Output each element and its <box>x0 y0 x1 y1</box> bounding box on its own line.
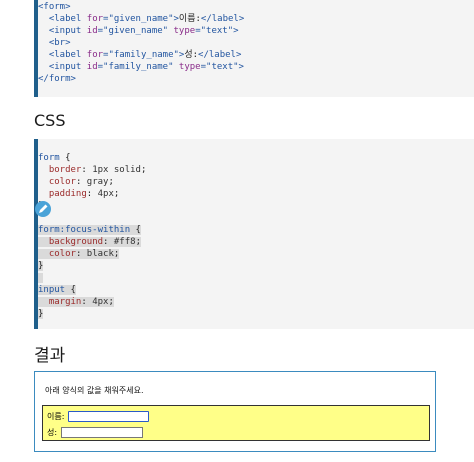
family-name-input[interactable] <box>61 426 144 438</box>
css-code-token: ; <box>140 165 147 175</box>
css-code-block: form { border: 1px solid; color: gray; p… <box>34 139 474 329</box>
css-code-line: } <box>38 200 474 212</box>
css-code-token: } <box>38 309 44 319</box>
css-code-line: } <box>38 260 474 272</box>
css-code-token: ; <box>108 177 114 187</box>
css-code-token: 1px solid <box>92 165 141 175</box>
css-code-token: ; <box>135 237 141 247</box>
html-code-token: </label> <box>200 14 245 24</box>
css-code-token: background <box>48 237 104 247</box>
css-code-token: black <box>86 249 114 259</box>
css-code-token: ; <box>113 249 120 259</box>
html-code-token: "given_name" <box>108 14 174 24</box>
html-code-token: <form> <box>38 2 71 12</box>
css-code-line: border: 1px solid; <box>38 164 474 176</box>
html-code-token: </label> <box>198 50 242 60</box>
family-name-label[interactable]: 성: <box>47 427 57 438</box>
html-code-token: type <box>173 26 196 36</box>
given-name-label[interactable]: 이름: <box>47 411 64 422</box>
css-code-token: { <box>65 285 76 295</box>
family-name-row: 성: <box>47 426 144 438</box>
html-code-token: <label <box>48 14 87 24</box>
html-code-token: <br> <box>48 38 71 48</box>
html-code-token: > <box>238 62 244 72</box>
html-code-line: <form> <box>38 1 474 13</box>
result-heading: 결과 <box>34 346 66 366</box>
demo-form: 이름: 성: <box>42 405 430 441</box>
html-code-token: </form> <box>38 74 76 84</box>
html-code-token: type <box>178 62 201 72</box>
css-code-token: : <box>86 189 98 199</box>
css-code-line: background: #ff8; <box>38 236 474 248</box>
css-code-line: color: black; <box>38 248 474 260</box>
css-code-token: { <box>59 153 71 163</box>
css-code-token: ; <box>113 189 120 199</box>
css-code-line: } <box>38 308 474 320</box>
html-code-line: <br> <box>38 37 474 49</box>
html-code-line: <label for="given_name">이름:</label> <box>38 13 474 25</box>
html-code-token: <label <box>48 50 87 60</box>
css-code-token: form <box>38 153 60 163</box>
html-code-line: <input id="family_name" type="text"> <box>38 61 474 73</box>
given-name-input[interactable] <box>68 410 150 422</box>
css-code-token: : <box>75 177 87 187</box>
html-code-block: <form> <label for="given_name">이름:</labe… <box>34 0 474 97</box>
css-code-token: color <box>48 249 76 259</box>
instruction-text: 아래 양식의 값을 채워주세요. <box>45 386 144 395</box>
html-code-token: 이름: <box>178 14 201 24</box>
css-code-token: margin <box>48 297 82 307</box>
css-code-token: 4px <box>97 189 114 199</box>
html-code-token: for <box>86 50 104 60</box>
html-code-token: for <box>86 14 104 24</box>
html-code-token: id <box>86 26 98 36</box>
html-code-token: > <box>233 26 239 36</box>
css-code-token: } <box>38 261 44 271</box>
css-code-token: : <box>75 249 87 259</box>
css-code-line: padding: 4px; <box>38 188 474 200</box>
result-frame: 아래 양식의 값을 채워주세요. 이름: 성: <box>34 371 436 452</box>
css-heading: CSS <box>34 111 66 130</box>
css-code-token: #ff8 <box>113 237 136 247</box>
css-code-line: form { <box>38 152 474 164</box>
html-code-token: "family_name" <box>103 62 174 72</box>
html-code-token: <input <box>48 62 87 72</box>
css-code-line: form:focus-within { <box>38 224 474 236</box>
html-code-line: <input id="given_name" type="text"> <box>38 25 474 37</box>
css-code-token: : <box>81 165 93 175</box>
html-code-token: "text" <box>200 26 234 36</box>
html-code-token: 성: <box>184 50 199 60</box>
html-code-line: </form> <box>38 73 474 85</box>
css-code-token: border <box>48 165 82 175</box>
html-code-token: "family_name" <box>108 50 179 60</box>
css-code-token: 4px <box>92 297 109 307</box>
css-code-token: color <box>48 177 76 187</box>
given-name-row: 이름: <box>47 410 150 422</box>
css-code-token: : <box>81 297 93 307</box>
html-code-token: <input <box>48 26 87 36</box>
pen-icon[interactable] <box>34 200 52 218</box>
css-code-line: input { <box>38 284 474 296</box>
css-code-token: input <box>38 285 66 295</box>
html-code-line: <label for="family_name">성:</label> <box>38 49 474 61</box>
css-code-token: ; <box>108 297 114 307</box>
css-code-line: margin: 4px; <box>38 296 474 308</box>
css-code-line <box>38 212 474 224</box>
css-code-token: { <box>130 225 141 235</box>
html-code-token: "text" <box>206 62 239 72</box>
css-code-token: padding <box>48 189 87 199</box>
html-code-token: "given_name" <box>103 26 169 36</box>
html-code-token: id <box>86 62 98 72</box>
css-code-token: : <box>103 237 114 247</box>
css-code-line <box>38 272 474 284</box>
css-code-line: color: gray; <box>38 176 474 188</box>
css-code-token: gray <box>86 177 109 187</box>
css-code-token: form:focus-within <box>38 225 131 235</box>
